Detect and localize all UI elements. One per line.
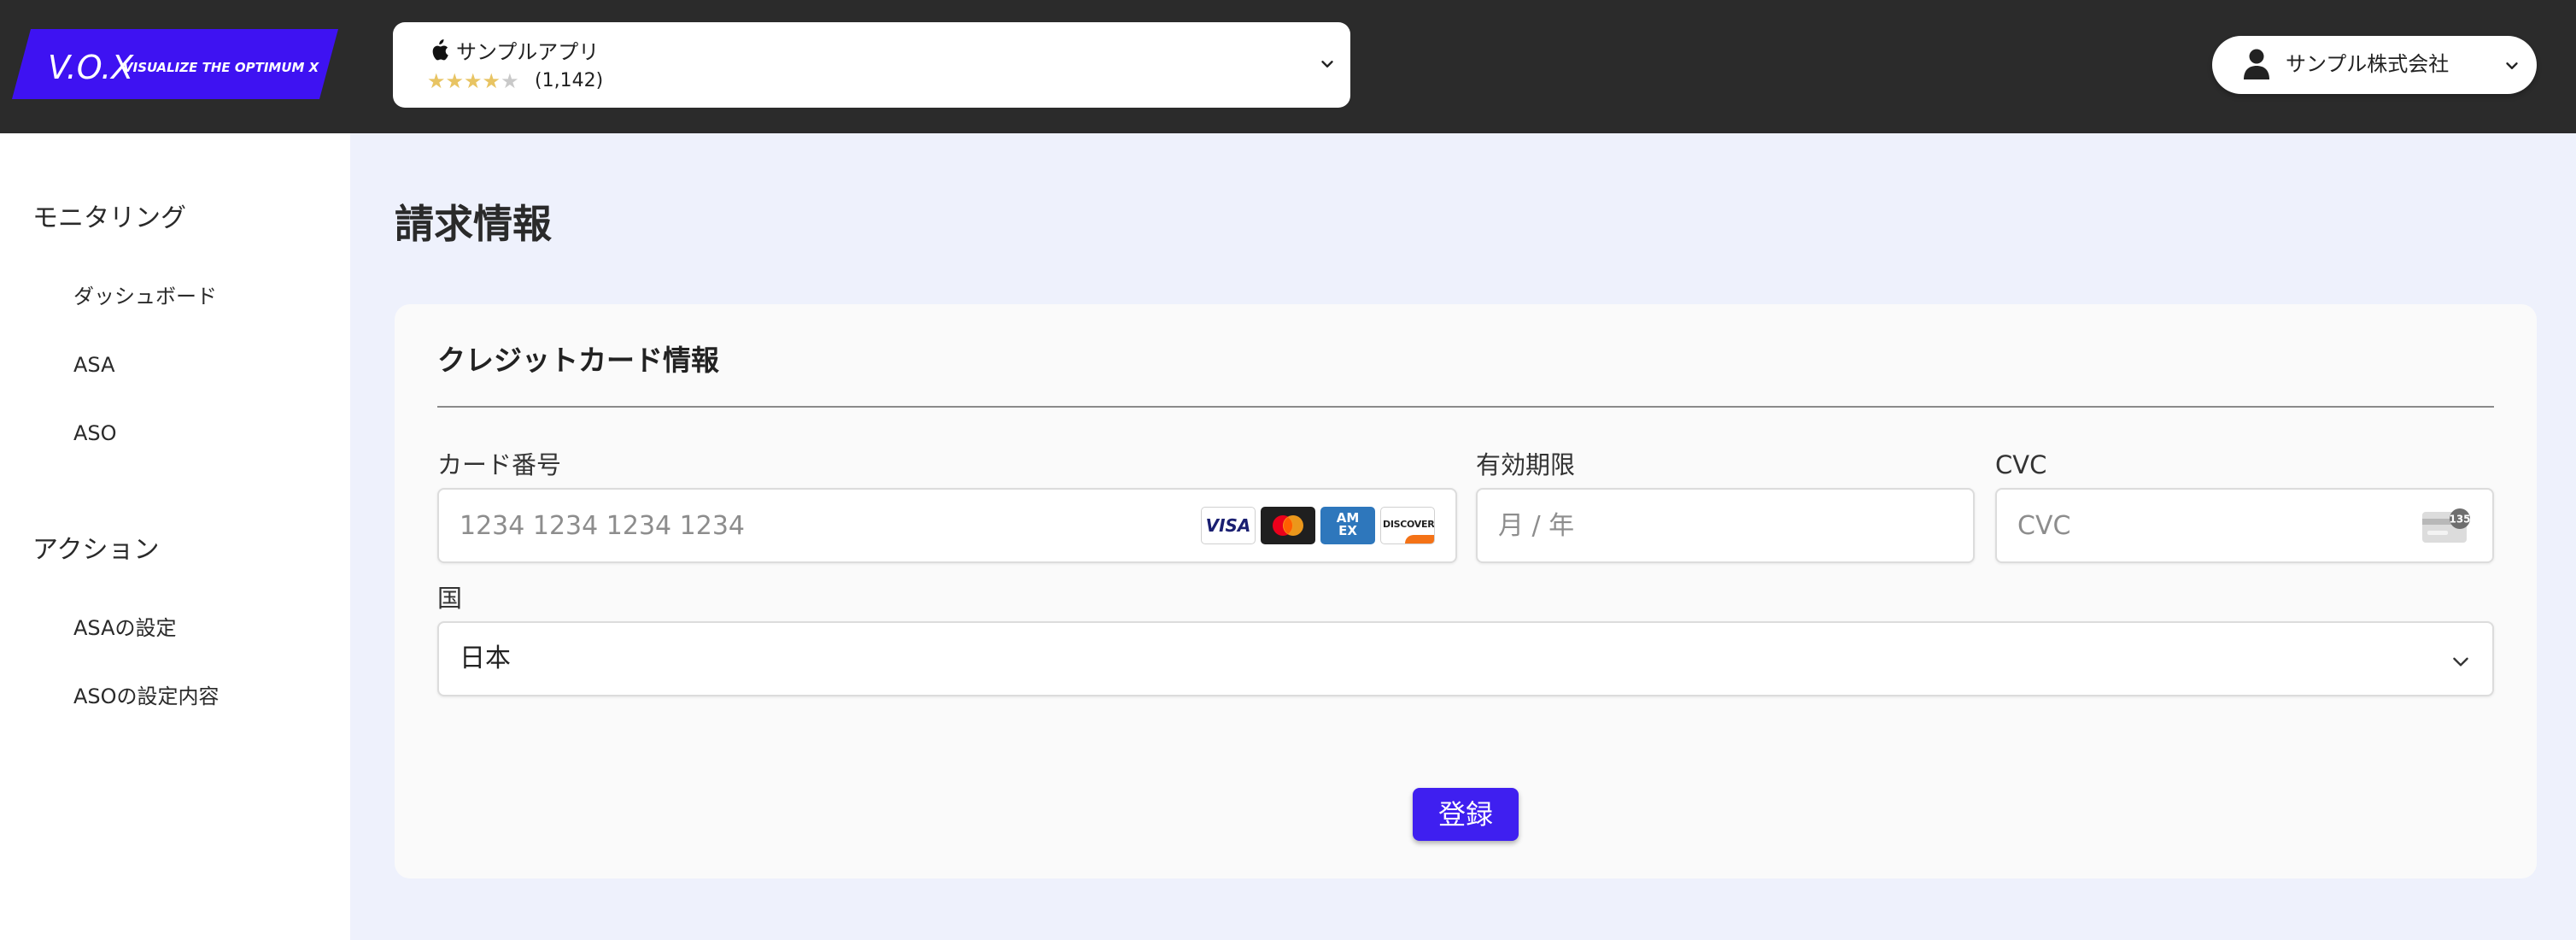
expiry-input[interactable] (1498, 507, 1894, 544)
top-bar: V.O.X VISUALIZE THE OPTIMUM X サンプルアプリ ★ ★… (0, 0, 2576, 133)
country-value: 日本 (460, 643, 511, 673)
logo-tagline: VISUALIZE THE OPTIMUM X (123, 60, 320, 75)
apple-icon (432, 39, 448, 61)
register-button[interactable]: 登録 (1413, 788, 1519, 841)
star-empty-icon: ★ (501, 69, 519, 93)
sidebar-item-asa-settings[interactable]: ASAの設定 (73, 614, 177, 643)
card-number-input[interactable] (460, 507, 1273, 544)
amex-icon: AM EX (1320, 507, 1375, 544)
star-filled-icon: ★ (482, 69, 501, 93)
card-number-label: カード番号 (437, 450, 562, 479)
country-label: 国 (437, 584, 463, 613)
cvc-input[interactable] (2017, 507, 2414, 544)
star-filled-icon: ★ (445, 69, 465, 93)
sidebar-item-dashboard[interactable]: ダッシュボード (73, 282, 217, 311)
sidebar-item-aso-settings[interactable]: ASOの設定内容 (73, 682, 220, 711)
app-selector[interactable]: サンプルアプリ ★ ★ ★ ★ ★ (1,142) (393, 22, 1350, 108)
credit-card-form: クレジットカード情報 カード番号 VISA AMEX DISCOVER 有効期限 (395, 304, 2537, 878)
sidebar: モニタリング ダッシュボード ASA ASO アクション ASAの設定 ASOの… (0, 133, 350, 940)
card-section-title: クレジットカード情報 (437, 344, 719, 377)
chevron-down-icon (2453, 657, 2468, 667)
company-name: サンプル株式会社 (2286, 52, 2450, 76)
card-brand-logos: VISA AM EX DISCOVER (1201, 507, 1435, 544)
page-title: 請求情報 (395, 201, 552, 247)
discover-icon: DISCOVER (1380, 507, 1435, 544)
chevron-down-icon (1321, 61, 1333, 68)
visa-icon: VISA (1201, 507, 1256, 544)
cvc-field-box: 135 (1995, 488, 2494, 563)
sidebar-item-asa[interactable]: ASA (73, 350, 115, 379)
card-number-field-box: VISA AMEX DISCOVER (437, 488, 1457, 563)
app-name: サンプルアプリ (456, 40, 600, 64)
company-selector[interactable]: サンプル株式会社 (2212, 36, 2537, 94)
logo-brand: V.O.X (48, 49, 134, 86)
expiry-field-box (1476, 488, 1975, 563)
star-rating: ★ ★ ★ ★ ★ (427, 70, 519, 92)
star-filled-icon: ★ (464, 69, 483, 93)
expiry-label: 有効期限 (1476, 450, 1576, 479)
star-filled-icon: ★ (427, 69, 446, 93)
divider (437, 406, 2494, 408)
chevron-down-icon (2506, 62, 2518, 69)
sidebar-item-aso[interactable]: ASO (73, 419, 117, 448)
user-icon (2244, 49, 2269, 79)
vox-logo-mark: V.O.X VISUALIZE THE OPTIMUM X (12, 29, 338, 99)
cvc-badge-text: 135 (2449, 514, 2470, 526)
cvc-card-icon: 135 (2422, 508, 2471, 543)
mastercard-icon (1261, 507, 1315, 544)
country-select[interactable]: 日本 (437, 621, 2494, 696)
sidebar-heading-monitoring: モニタリング (32, 203, 186, 233)
vox-logo[interactable]: V.O.X VISUALIZE THE OPTIMUM X (12, 29, 338, 99)
rating-count: (1,142) (535, 70, 604, 91)
cvc-label: CVC (1995, 450, 2047, 479)
sidebar-heading-action: アクション (32, 535, 160, 565)
